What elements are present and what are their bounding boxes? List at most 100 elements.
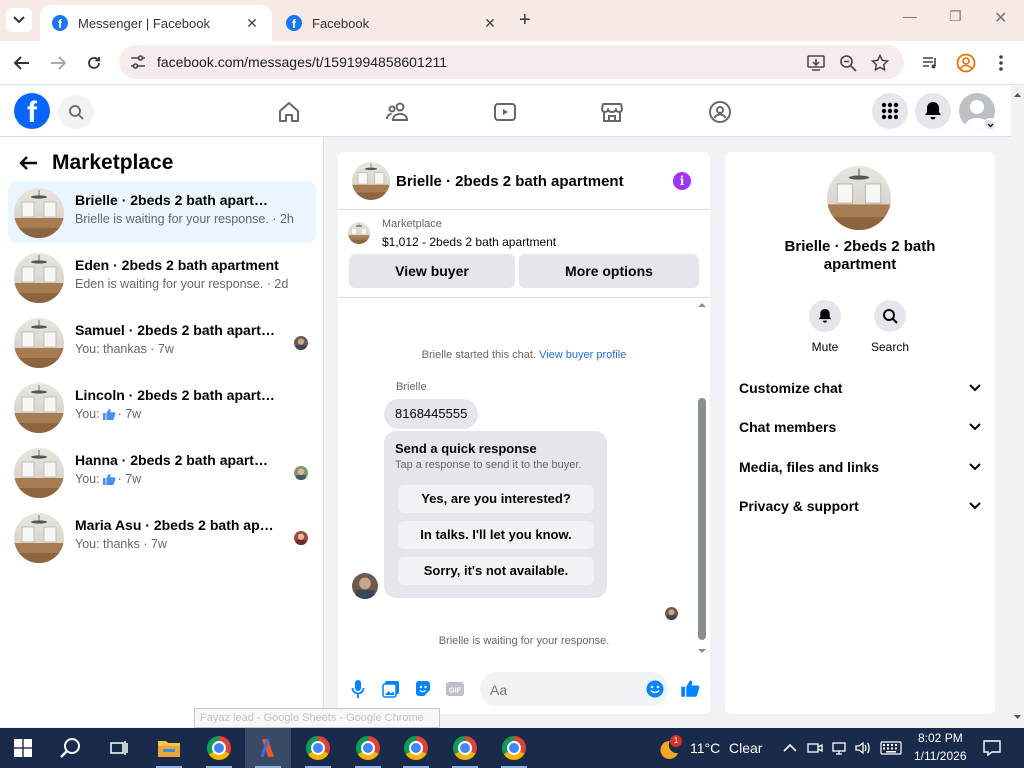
- file-explorer-icon[interactable]: [146, 728, 192, 768]
- chevron-down-icon: [969, 384, 981, 392]
- scroll-down-icon[interactable]: [697, 648, 707, 654]
- chrome-profile-icon[interactable]: [295, 728, 341, 768]
- zoom-out-icon[interactable]: [839, 54, 857, 72]
- listing-thumbnail: [14, 448, 64, 498]
- keyboard-icon[interactable]: [880, 741, 902, 755]
- weather-icon[interactable]: 1: [656, 735, 682, 761]
- conversation-name: Eden · 2beds 2 bath apartment: [75, 257, 279, 273]
- volume-icon[interactable]: [855, 740, 871, 756]
- gif-icon[interactable]: GIF: [444, 678, 466, 700]
- view-buyer-button[interactable]: View buyer: [349, 254, 515, 288]
- media-controls-icon[interactable]: [921, 54, 939, 72]
- conversation-item[interactable]: Lincoln · 2beds 2 bath apartment You: · …: [8, 376, 316, 438]
- chrome-profile-icon[interactable]: [442, 728, 488, 768]
- clock-time[interactable]: 8:02 PM: [918, 731, 963, 745]
- page-title: Marketplace: [52, 151, 174, 174]
- chrome-profile-icon[interactable]: [491, 728, 537, 768]
- accordion-chat-members[interactable]: Chat members: [739, 415, 981, 439]
- conversation-item[interactable]: Eden · 2beds 2 bath apartment Eden is wa…: [8, 246, 316, 308]
- kebab-menu-icon[interactable]: [999, 54, 1003, 72]
- conversation-snippet: You: · 7w: [75, 407, 141, 421]
- notification-center-icon[interactable]: [983, 739, 1001, 757]
- app-icon[interactable]: [245, 728, 291, 768]
- back-arrow-icon[interactable]: [18, 155, 38, 171]
- bookmark-star-icon[interactable]: [871, 54, 889, 72]
- conversation-item[interactable]: Hanna · 2beds 2 bath apartment You: · 7w: [8, 441, 316, 503]
- close-icon[interactable]: ✕: [244, 15, 260, 32]
- scrollbar-thumb[interactable]: [698, 398, 706, 640]
- menu-grid-button[interactable]: [872, 93, 908, 129]
- conversation-item[interactable]: Samuel · 2beds 2 bath apartment You: tha…: [8, 311, 316, 373]
- seen-avatar: [665, 607, 678, 620]
- restore-icon[interactable]: ❐: [949, 8, 962, 25]
- conversation-snippet: You: · 7w: [75, 472, 141, 486]
- task-view-icon[interactable]: [96, 728, 142, 768]
- clock-date[interactable]: 1/11/2026: [914, 749, 967, 763]
- listing-thumbnail[interactable]: [827, 166, 891, 230]
- more-options-button[interactable]: More options: [519, 254, 699, 288]
- friends-icon[interactable]: [383, 98, 411, 126]
- reload-icon[interactable]: [82, 51, 106, 75]
- windows-start-icon[interactable]: [0, 728, 46, 768]
- accordion-privacy-support[interactable]: Privacy & support: [739, 494, 981, 518]
- watch-video-icon[interactable]: [491, 98, 519, 126]
- page-scrollbar[interactable]: [1011, 86, 1024, 727]
- conversation-snippet: You: thanks · 7w: [75, 537, 167, 551]
- scroll-up-icon[interactable]: [1013, 92, 1022, 98]
- show-hidden-icons-chevron-icon[interactable]: [783, 743, 797, 752]
- accordion-media-files[interactable]: Media, files and links: [739, 455, 981, 479]
- account-chevron-icon[interactable]: [983, 118, 997, 132]
- mute-button[interactable]: Mute: [795, 300, 855, 354]
- message-input[interactable]: [490, 682, 630, 698]
- chrome-profile-icon[interactable]: [196, 728, 242, 768]
- window-close-icon[interactable]: ✕: [994, 8, 1007, 28]
- conversation-item[interactable]: Maria Asu · 2beds 2 bath apart... You: t…: [8, 506, 316, 568]
- sticker-icon[interactable]: [412, 678, 434, 700]
- like-send-icon[interactable]: [678, 676, 702, 700]
- notifications-button[interactable]: [915, 93, 951, 129]
- tab-search-button[interactable]: [6, 8, 32, 32]
- close-icon[interactable]: ✕: [482, 15, 498, 32]
- listing-thumbnail: [14, 513, 64, 563]
- view-buyer-profile-link[interactable]: View buyer profile: [539, 349, 626, 361]
- microphone-icon[interactable]: [347, 678, 369, 700]
- new-tab-plus-icon[interactable]: +: [519, 9, 531, 32]
- home-icon[interactable]: [275, 98, 303, 126]
- message-bubble[interactable]: 8168445555: [384, 399, 479, 429]
- search-conversation-button[interactable]: Search: [860, 300, 920, 354]
- profile-icon[interactable]: [956, 53, 976, 73]
- listing-thumbnail[interactable]: [352, 162, 390, 200]
- search-icon[interactable]: [48, 728, 94, 768]
- site-settings-icon[interactable]: [129, 53, 147, 71]
- sender-avatar[interactable]: [352, 573, 378, 599]
- scroll-down-icon[interactable]: [1013, 714, 1022, 720]
- network-icon[interactable]: [832, 740, 848, 756]
- tab-facebook[interactable]: f Facebook ✕: [274, 5, 510, 41]
- groups-icon[interactable]: [706, 98, 734, 126]
- forward-arrow-icon[interactable]: [46, 51, 70, 75]
- accordion-customize-chat[interactable]: Customize chat: [739, 376, 981, 400]
- quick-response-option[interactable]: Sorry, it's not available.: [398, 557, 594, 585]
- chrome-profile-icon[interactable]: [345, 728, 391, 768]
- facebook-logo-icon[interactable]: f: [14, 93, 50, 129]
- chrome-profile-icon[interactable]: [393, 728, 439, 768]
- thumbs-up-icon: [102, 408, 116, 420]
- address-bar[interactable]: facebook.com/messages/t/1591994858601211: [119, 45, 904, 79]
- tab-messenger[interactable]: f Messenger | Facebook ✕: [40, 5, 272, 41]
- info-icon[interactable]: i: [673, 172, 691, 190]
- minimize-icon[interactable]: —: [903, 8, 917, 24]
- marketplace-icon[interactable]: [598, 98, 626, 126]
- message-input-box[interactable]: [480, 672, 668, 706]
- photo-icon[interactable]: [380, 678, 402, 700]
- conversation-item[interactable]: Brielle · 2beds 2 bath apartment Brielle…: [8, 181, 316, 243]
- quick-response-option[interactable]: In talks. I'll let you know.: [398, 521, 594, 549]
- quick-response-option[interactable]: Yes, are you interested?: [398, 485, 594, 513]
- search-button[interactable]: [58, 95, 94, 129]
- scroll-up-icon[interactable]: [697, 302, 707, 308]
- chat-title[interactable]: Brielle · 2beds 2 bath apartment: [396, 173, 624, 190]
- back-arrow-icon[interactable]: [10, 51, 34, 75]
- meet-now-icon[interactable]: [807, 740, 823, 756]
- snippet-prefix: You:: [75, 407, 100, 421]
- install-app-icon[interactable]: [807, 54, 825, 72]
- emoji-icon[interactable]: [646, 680, 664, 698]
